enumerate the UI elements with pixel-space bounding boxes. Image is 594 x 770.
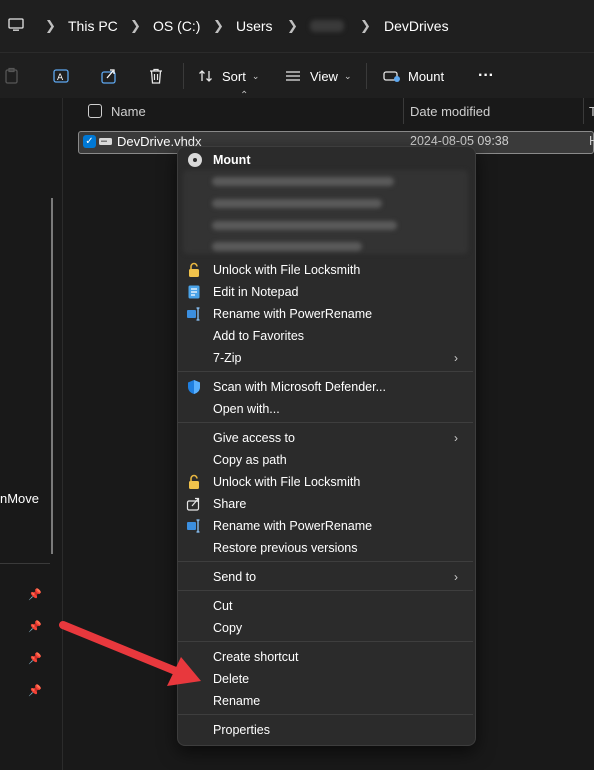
menu-item-rename-powerrename[interactable]: Rename with PowerRename [213, 307, 372, 321]
computer-icon[interactable] [8, 17, 24, 33]
menu-separator [178, 561, 473, 562]
breadcrumb-users[interactable]: Users [236, 18, 273, 34]
powerrename-icon [187, 307, 200, 321]
menu-separator [178, 714, 473, 715]
menu-item-add-favorites[interactable]: Add to Favorites [213, 329, 304, 343]
chevron-right-icon: › [454, 431, 458, 445]
column-header-date-modified[interactable]: Date modified [410, 104, 490, 119]
navigation-pane[interactable] [0, 98, 63, 770]
sort-ascending-icon: ⌃ [240, 90, 249, 101]
menu-item-properties[interactable]: Properties [213, 723, 270, 737]
chevron-right-icon[interactable]: ❯ [213, 18, 224, 34]
pin-icon[interactable]: 📌 [28, 652, 42, 665]
more-label: ··· [478, 67, 494, 84]
file-type: H [589, 134, 594, 148]
menu-item-7zip[interactable]: 7-Zip [213, 351, 241, 365]
paste-icon [5, 67, 18, 84]
share-icon [101, 69, 116, 84]
menu-item-cut[interactable]: Cut [213, 599, 232, 613]
mount-button[interactable]: Mount [383, 63, 444, 89]
nav-item-partial[interactable]: nMove [0, 491, 39, 506]
svg-text:A: A [57, 73, 64, 83]
rename-icon: A [53, 69, 69, 83]
menu-item-edit-notepad[interactable]: Edit in Notepad [213, 285, 298, 299]
vhdx-file-icon [99, 138, 112, 145]
menu-item-restore-versions[interactable]: Restore previous versions [213, 541, 358, 555]
view-label: View [310, 68, 338, 84]
lock-icon [189, 474, 199, 489]
red-arrow-annotation [59, 621, 201, 686]
menu-item-create-shortcut[interactable]: Create shortcut [213, 650, 298, 664]
menu-item-send-to[interactable]: Send to [213, 570, 256, 584]
column-header-type[interactable]: T [589, 104, 594, 119]
menu-item-open-with[interactable]: Open with... [213, 402, 280, 416]
rename-button[interactable]: A [52, 63, 70, 89]
powerrename-icon [187, 519, 200, 533]
trash-icon [150, 68, 162, 84]
menu-item-share[interactable]: Share [213, 497, 246, 511]
menu-item-scan-defender[interactable]: Scan with Microsoft Defender... [213, 380, 386, 394]
share-button[interactable] [100, 63, 118, 89]
share-icon [186, 497, 200, 511]
chevron-right-icon: › [454, 570, 458, 584]
chevron-right-icon[interactable]: ❯ [287, 18, 298, 34]
menu-item-unlock-locksmith[interactable]: Unlock with File Locksmith [213, 263, 360, 277]
toolbar-divider [183, 63, 184, 89]
sort-icon [199, 70, 212, 82]
menu-item-unlock-locksmith-2[interactable]: Unlock with File Locksmith [213, 475, 360, 489]
row-checkbox-checked[interactable]: ✓ [83, 135, 96, 148]
menu-separator [178, 371, 473, 372]
view-list-icon [286, 71, 300, 81]
menu-item-delete[interactable]: Delete [213, 672, 249, 686]
menu-item-redacted-text [212, 242, 362, 251]
breadcrumb-this-pc[interactable]: This PC [68, 18, 118, 34]
nav-divider [0, 563, 50, 564]
command-bar: A Sort ⌄ View ⌄ Mount ··· [0, 52, 594, 99]
defender-shield-icon [188, 380, 200, 394]
menu-item-give-access[interactable]: Give access to [213, 431, 295, 445]
breadcrumb-devdrives[interactable]: DevDrives [384, 18, 449, 34]
drive-mount-icon [383, 71, 400, 82]
menu-item-rename[interactable]: Rename [213, 694, 260, 708]
nav-scrollbar[interactable] [51, 198, 53, 554]
paste-button[interactable] [4, 63, 20, 89]
pin-icon[interactable]: 📌 [28, 588, 42, 601]
menu-item-redacted-text [212, 177, 394, 186]
disc-mount-icon [188, 153, 202, 167]
menu-item-rename-powerrename-2[interactable]: Rename with PowerRename [213, 519, 372, 533]
select-all-checkbox[interactable] [88, 104, 102, 118]
chevron-down-icon: ⌄ [251, 70, 260, 81]
column-divider[interactable] [403, 98, 404, 124]
lock-icon [189, 262, 199, 277]
menu-item-redacted-text [212, 221, 397, 230]
pin-icon[interactable]: 📌 [28, 620, 42, 633]
menu-separator [178, 590, 473, 591]
chevron-down-icon: ⌄ [343, 70, 352, 81]
menu-separator [178, 641, 473, 642]
chevron-right-icon: › [454, 351, 458, 365]
toolbar-divider [366, 63, 367, 89]
delete-button[interactable] [147, 63, 165, 89]
menu-item-redacted-text [212, 199, 382, 208]
menu-item-copy-as-path[interactable]: Copy as path [213, 453, 287, 467]
address-bar[interactable]: ❯ This PC ❯ OS (C:) ❯ Users ❯ ❯ DevDrive… [0, 0, 594, 52]
breadcrumb-os-c[interactable]: OS (C:) [153, 18, 200, 34]
sort-button[interactable]: Sort ⌄ [198, 63, 259, 89]
breadcrumb-user-redacted[interactable] [310, 20, 344, 32]
chevron-right-icon[interactable]: ❯ [130, 18, 141, 34]
column-header-name[interactable]: Name [111, 104, 146, 119]
menu-item-mount[interactable]: Mount [213, 153, 250, 167]
sort-label: Sort [222, 68, 246, 84]
chevron-right-icon[interactable]: ❯ [360, 18, 371, 34]
chevron-right-icon[interactable]: ❯ [45, 18, 56, 34]
view-button[interactable]: View ⌄ [285, 63, 352, 89]
pin-icon[interactable]: 📌 [28, 684, 42, 697]
menu-item-copy[interactable]: Copy [213, 621, 242, 635]
notepad-icon [188, 285, 200, 299]
column-divider[interactable] [583, 98, 584, 124]
more-options-button[interactable]: ··· [478, 63, 494, 89]
mount-label: Mount [408, 68, 445, 84]
menu-separator [178, 422, 473, 423]
